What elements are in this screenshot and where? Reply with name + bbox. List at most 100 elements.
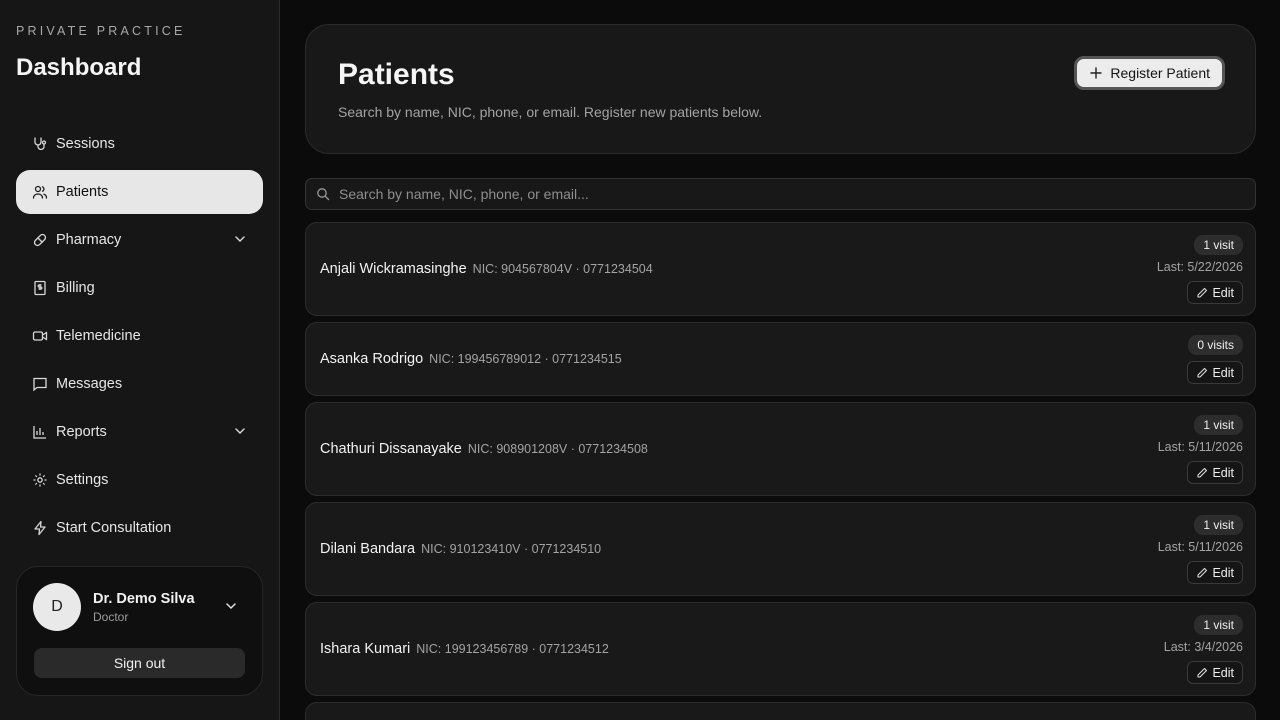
- search-icon: [317, 188, 330, 201]
- pencil-icon: [1197, 567, 1208, 578]
- sidebar-item-label: Pharmacy: [56, 232, 122, 248]
- pill-icon: [32, 232, 48, 248]
- patient-actions: 0 visits Edit: [1187, 335, 1243, 384]
- visit-count-badge: 1 visit: [1194, 515, 1243, 535]
- last-visit-date: Last: 5/22/2026: [1156, 260, 1243, 274]
- patient-actions: 1 visit Last: 3/4/2026 Edit: [1164, 615, 1243, 684]
- search-input[interactable]: [339, 186, 1239, 202]
- sidebar-item-reports[interactable]: Reports: [16, 410, 263, 454]
- sidebar-item-patients[interactable]: Patients: [16, 170, 263, 214]
- patient-name: Dilani Bandara: [320, 541, 416, 557]
- search-bar[interactable]: [305, 178, 1256, 210]
- brand-title: Dashboard: [16, 54, 142, 81]
- bar-chart-icon: [32, 424, 48, 440]
- sidebar-item-pharmacy[interactable]: Pharmacy: [16, 218, 263, 262]
- page-header: Patients Search by name, NIC, phone, or …: [305, 24, 1256, 154]
- video-icon: [32, 328, 48, 344]
- chevron-down-icon[interactable]: [224, 599, 238, 613]
- edit-label: Edit: [1212, 285, 1234, 300]
- patient-info: Chathuri Dissanayake NIC: 908901208V · 0…: [320, 441, 648, 457]
- pencil-icon: [1197, 467, 1208, 478]
- brand-kicker: PRIVATE PRACTICE: [16, 24, 186, 38]
- patient-meta: NIC: 199456789012 · 0771234515: [429, 352, 622, 366]
- page-subtitle: Search by name, NIC, phone, or email. Re…: [338, 104, 763, 120]
- patient-meta: NIC: 199123456789 · 0771234512: [416, 642, 609, 656]
- users-icon: [32, 184, 48, 200]
- lightning-icon: [32, 520, 48, 536]
- sidebar-item-label: Messages: [56, 376, 123, 392]
- patient-info: Anjali Wickramasinghe NIC: 904567804V · …: [320, 261, 653, 277]
- user-card: D Dr. Demo Silva Doctor Sign out: [16, 566, 263, 696]
- list-item[interactable]: Dilani Bandara NIC: 910123410V · 0771234…: [305, 502, 1256, 596]
- stethoscope-icon: [32, 136, 48, 152]
- sign-out-button[interactable]: Sign out: [34, 648, 245, 678]
- register-patient-label: Register Patient: [1110, 65, 1210, 81]
- sidebar-item-sessions[interactable]: Sessions: [16, 122, 263, 166]
- sidebar-item-messages[interactable]: Messages: [16, 362, 263, 406]
- sidebar-item-start-consultation[interactable]: Start Consultation: [16, 506, 263, 550]
- edit-button[interactable]: Edit: [1187, 561, 1243, 584]
- list-item[interactable]: [305, 702, 1256, 720]
- chevron-down-icon[interactable]: [233, 232, 247, 246]
- pencil-icon: [1197, 287, 1208, 298]
- list-item[interactable]: Anjali Wickramasinghe NIC: 904567804V · …: [305, 222, 1256, 316]
- pencil-icon: [1197, 367, 1208, 378]
- patient-meta: NIC: 908901208V · 0771234508: [467, 442, 648, 456]
- list-item[interactable]: Asanka Rodrigo NIC: 199456789012 · 07712…: [305, 322, 1256, 396]
- visit-count-badge: 1 visit: [1194, 415, 1243, 435]
- register-patient-button[interactable]: Register Patient: [1074, 56, 1225, 90]
- sidebar-item-billing[interactable]: Billing: [16, 266, 263, 310]
- gear-icon: [32, 472, 48, 488]
- edit-button[interactable]: Edit: [1187, 661, 1243, 684]
- patient-actions: 1 visit Last: 5/11/2026 Edit: [1158, 415, 1243, 484]
- edit-button[interactable]: Edit: [1187, 281, 1243, 304]
- patient-info: Ishara Kumari NIC: 199123456789 · 077123…: [320, 641, 609, 657]
- sidebar-item-telemedicine[interactable]: Telemedicine: [16, 314, 263, 358]
- patient-actions: 1 visit Last: 5/11/2026 Edit: [1158, 515, 1243, 584]
- page-title: Patients: [338, 58, 455, 91]
- edit-button[interactable]: Edit: [1187, 361, 1243, 384]
- sidebar-item-label: Sessions: [56, 136, 115, 152]
- visit-count-badge: 0 visits: [1188, 335, 1243, 355]
- pencil-icon: [1197, 667, 1208, 678]
- plus-icon: [1090, 67, 1103, 79]
- patient-meta: NIC: 910123410V · 0771234510: [421, 542, 602, 556]
- sidebar-item-label: Billing: [56, 280, 95, 296]
- edit-label: Edit: [1212, 465, 1234, 480]
- message-icon: [32, 376, 48, 392]
- last-visit-date: Last: 3/4/2026: [1163, 640, 1243, 654]
- chevron-down-icon[interactable]: [233, 424, 247, 438]
- sidebar-item-settings[interactable]: Settings: [16, 458, 263, 502]
- patient-actions: 1 visit Last: 5/22/2026 Edit: [1157, 235, 1243, 304]
- patient-name: Anjali Wickramasinghe: [320, 261, 467, 277]
- list-item[interactable]: Chathuri Dissanayake NIC: 908901208V · 0…: [305, 402, 1256, 496]
- sidebar: PRIVATE PRACTICE Dashboard Sessions Pati…: [0, 0, 280, 720]
- patient-name: Ishara Kumari: [320, 641, 411, 657]
- sidebar-item-label: Telemedicine: [56, 328, 141, 344]
- sidebar-item-label: Reports: [56, 424, 107, 440]
- patient-name: Chathuri Dissanayake: [320, 441, 462, 457]
- patient-info: Asanka Rodrigo NIC: 199456789012 · 07712…: [320, 351, 622, 367]
- sidebar-item-label: Patients: [56, 184, 109, 200]
- sidebar-nav: Sessions Patients Pharmacy Billing Telem…: [16, 122, 263, 554]
- app-root: PRIVATE PRACTICE Dashboard Sessions Pati…: [0, 0, 1280, 720]
- patient-meta: NIC: 904567804V · 0771234504: [472, 262, 653, 276]
- visit-count-badge: 1 visit: [1194, 615, 1243, 635]
- edit-label: Edit: [1212, 665, 1234, 680]
- list-item[interactable]: Ishara Kumari NIC: 199123456789 · 077123…: [305, 602, 1256, 696]
- last-visit-date: Last: 5/11/2026: [1157, 540, 1243, 554]
- avatar: D: [33, 583, 81, 631]
- user-role: Doctor: [93, 610, 129, 624]
- last-visit-date: Last: 5/11/2026: [1157, 440, 1243, 454]
- patient-name: Asanka Rodrigo: [320, 351, 424, 367]
- sidebar-item-label: Settings: [56, 472, 109, 488]
- main-content: Patients Search by name, NIC, phone, or …: [280, 0, 1280, 720]
- visit-count-badge: 1 visit: [1194, 235, 1243, 255]
- edit-button[interactable]: Edit: [1187, 461, 1243, 484]
- receipt-icon: [32, 280, 48, 296]
- edit-label: Edit: [1212, 365, 1234, 380]
- patient-info: Dilani Bandara NIC: 910123410V · 0771234…: [320, 541, 601, 557]
- sidebar-item-label: Start Consultation: [56, 520, 172, 536]
- patient-list: Anjali Wickramasinghe NIC: 904567804V · …: [305, 222, 1256, 720]
- edit-label: Edit: [1212, 565, 1234, 580]
